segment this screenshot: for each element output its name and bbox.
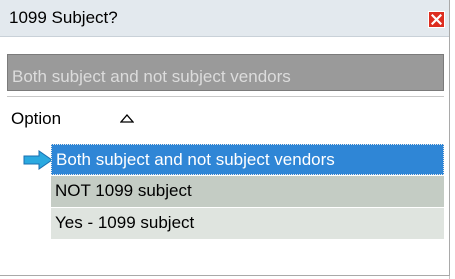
list-item-label: NOT 1099 subject bbox=[55, 181, 192, 200]
column-header-label: Option bbox=[11, 109, 62, 128]
dialog-titlebar: 1099 Subject? bbox=[0, 0, 449, 37]
arrow-right-icon bbox=[23, 150, 53, 170]
list-item[interactable]: Both subject and not subject vendors bbox=[51, 144, 444, 175]
dialog-title: 1099 Subject? bbox=[9, 8, 118, 27]
list-item-label: Yes - 1099 subject bbox=[55, 213, 195, 232]
lookup-dialog: 1099 Subject? Option Both subject and no… bbox=[0, 0, 450, 276]
list-item[interactable]: Yes - 1099 subject bbox=[51, 208, 444, 239]
close-button[interactable] bbox=[428, 11, 445, 28]
search-input[interactable] bbox=[7, 54, 444, 91]
close-icon bbox=[431, 14, 442, 25]
sort-ascending-icon bbox=[120, 114, 134, 123]
list-item[interactable]: NOT 1099 subject bbox=[51, 176, 444, 207]
list-item-label: Both subject and not subject vendors bbox=[56, 150, 335, 169]
options-list: Option Both subject and not subject vend… bbox=[7, 96, 444, 275]
column-header[interactable]: Option bbox=[7, 97, 444, 139]
